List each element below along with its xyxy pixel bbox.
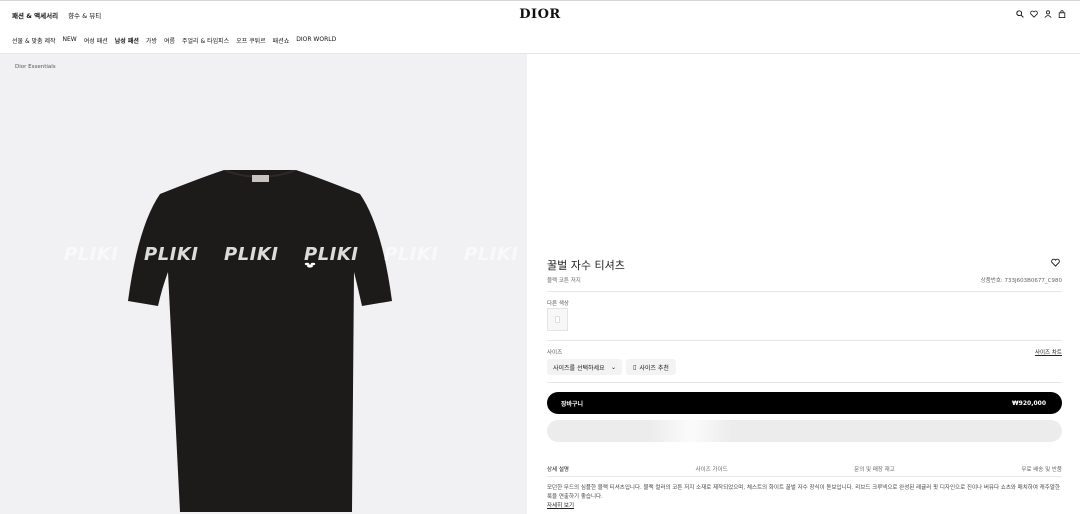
heart-icon[interactable] xyxy=(1030,10,1038,18)
watermark-text: PLIKI xyxy=(304,244,359,265)
product-gallery: Dior Essentials PLIKI PLIKI PLIKI PLIKI … xyxy=(0,54,527,514)
color-swatch[interactable] xyxy=(547,308,568,331)
tabs-underline xyxy=(547,476,1062,477)
watermark-text: PLIKI xyxy=(224,244,279,265)
chevron-down-icon: ⌄ xyxy=(610,363,616,371)
watermark-text: PLIKI xyxy=(144,244,199,265)
product-subtitle: 블랙 코튼 저지 xyxy=(547,278,581,284)
watermark-text: PLIKI xyxy=(384,244,439,265)
nav-item-summer[interactable]: 여름 xyxy=(164,36,175,45)
watermark-text: PLIKI xyxy=(464,244,519,265)
nav-item-fashion-show[interactable]: 패션쇼 xyxy=(273,36,290,45)
divider xyxy=(547,291,1062,292)
nav-item-jewelry[interactable]: 주얼리 & 타임피스 xyxy=(182,36,229,45)
nav-item-bags[interactable]: 가방 xyxy=(146,36,157,45)
brand-logo[interactable]: DIOR xyxy=(0,7,1080,22)
swatch-shirt-icon xyxy=(555,316,560,323)
ruler-icon: ▯ xyxy=(633,363,637,371)
top-bar: 패션 & 액세서리 향수 & 뷰티 DIOR xyxy=(0,0,1080,30)
watermark-text: PLIKI xyxy=(64,244,119,265)
price: ₩920,000 xyxy=(1012,399,1046,407)
divider xyxy=(547,382,1062,383)
product-image[interactable] xyxy=(128,170,392,512)
other-colors-label: 다른 색상 xyxy=(547,301,569,307)
nav-item-dior-world[interactable]: DIOR WORLD xyxy=(296,36,336,45)
add-to-cart-button[interactable]: 장바구니 ₩920,000 xyxy=(547,392,1062,414)
nav-item-gifts[interactable]: 선물 & 맞춤 제작 xyxy=(12,36,56,45)
size-select-label: 사이즈를 선택하세요 xyxy=(553,364,605,372)
cart-label: 장바구니 xyxy=(561,400,584,408)
product-title: 꿀벌 자수 티셔츠 xyxy=(547,259,625,272)
read-more-link[interactable]: 자세히 보기 xyxy=(547,501,574,509)
express-pay-button[interactable] xyxy=(547,420,1062,442)
bag-icon[interactable] xyxy=(1058,10,1066,18)
main-nav: 선물 & 맞춤 제작 NEW 여성 패션 남성 패션 가방 여름 주얼리 & 타… xyxy=(12,36,336,45)
size-recommend-button[interactable]: ▯ 사이즈 추천 xyxy=(626,359,676,375)
product-info: 꿀벌 자수 티셔츠 블랙 코튼 저지 상품번호: 733J603B0677_C9… xyxy=(527,54,1080,514)
size-recommend-label: 사이즈 추천 xyxy=(639,364,669,372)
watermark: PLIKI PLIKI PLIKI PLIKI PLIKI PLIKI xyxy=(0,244,527,268)
nav-item-new[interactable]: NEW xyxy=(63,36,77,45)
size-label: 사이즈 xyxy=(547,350,563,356)
size-select[interactable]: 사이즈를 선택하세요 ⌄ xyxy=(547,359,622,375)
header-icons xyxy=(1016,10,1066,18)
product-description: 모던한 무드의 심플한 블랙 티셔츠입니다. 블랙 컬러의 코튼 저지 소재로 … xyxy=(547,485,1060,500)
nav-item-women[interactable]: 여성 패션 xyxy=(84,36,108,45)
nav-item-haute-couture[interactable]: 오프 쿠튀르 xyxy=(236,36,266,45)
nav-item-men[interactable]: 남성 패션 xyxy=(115,36,139,45)
search-icon[interactable] xyxy=(1016,10,1024,18)
breadcrumb[interactable]: Dior Essentials xyxy=(15,64,56,70)
user-icon[interactable] xyxy=(1044,10,1052,18)
product-reference: 상품번호: 733J603B0677_C980 xyxy=(980,278,1062,284)
size-chart-link[interactable]: 사이즈 차트 xyxy=(1035,348,1062,356)
divider xyxy=(547,340,1062,341)
wishlist-heart-icon[interactable] xyxy=(1051,258,1060,267)
